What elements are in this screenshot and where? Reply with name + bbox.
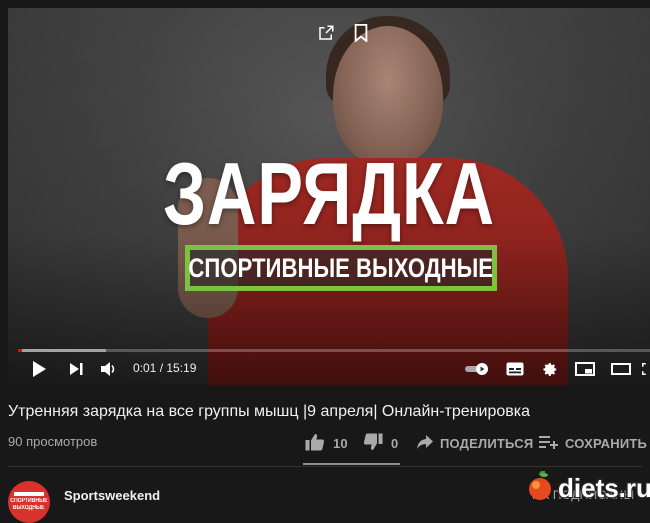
thumbs-down-icon	[363, 433, 383, 454]
overlay-subtitle-box: СПОРТИВНЫЕ ВЫХОДНЫЕ	[185, 245, 497, 291]
share-label: ПОДЕЛИТЬСЯ	[440, 435, 534, 451]
like-count: 10	[333, 435, 348, 451]
play-icon[interactable]	[28, 356, 50, 382]
share-arrow-icon	[416, 434, 434, 453]
progress-bar[interactable]	[18, 349, 650, 352]
channel-avatar[interactable]: СПОРТИВНЫЕ ВЫХОДНЫЕ	[8, 481, 50, 523]
next-icon[interactable]	[66, 356, 86, 382]
miniplayer-icon[interactable]	[573, 356, 597, 382]
share-button[interactable]: ПОДЕЛИТЬСЯ	[416, 432, 533, 454]
avatar-stripe	[14, 492, 44, 496]
save-label: СОХРАНИТЬ	[565, 435, 648, 451]
view-count: 90 просмотров	[8, 434, 98, 449]
video-player[interactable]: ЗАРЯДКА СПОРТИВНЫЕ ВЫХОДНЫЕ 0:01 / 15:19	[8, 8, 650, 385]
overlay-subtitle: СПОРТИВНЫЕ ВЫХОДНЫЕ	[188, 252, 494, 283]
playlist-add-icon	[539, 435, 559, 452]
settings-gear-icon[interactable]	[539, 356, 561, 382]
avatar-text-top: СПОРТИВНЫЕ	[10, 498, 48, 504]
channel-name[interactable]: Sportsweekend	[64, 488, 160, 503]
fullscreen-icon[interactable]	[642, 356, 650, 382]
diets-watermark: diets.ru	[526, 470, 650, 506]
player-controls: 0:01 / 15:19	[8, 354, 650, 385]
time-display: 0:01 / 15:19	[133, 361, 197, 375]
watermark-text: diets.ru	[558, 472, 650, 503]
like-ratio-bar	[303, 463, 400, 465]
progress-played	[18, 349, 22, 352]
watch-later-icon[interactable]	[346, 18, 376, 48]
divider	[8, 466, 642, 467]
volume-icon[interactable]	[98, 356, 120, 382]
share-icon[interactable]	[311, 18, 341, 48]
apple-logo-icon	[526, 470, 554, 506]
progress-loaded	[18, 349, 107, 352]
thumbs-up-icon	[305, 433, 325, 454]
subtitles-icon[interactable]	[504, 356, 526, 382]
dislike-count: 0	[391, 435, 399, 451]
video-title: Утренняя зарядка на все группы мышц |9 а…	[8, 403, 530, 420]
theater-mode-icon[interactable]	[609, 356, 633, 382]
like-button[interactable]: 10	[305, 432, 348, 454]
autoplay-toggle-icon[interactable]	[463, 356, 491, 382]
dislike-button[interactable]: 0	[363, 432, 398, 454]
avatar-text-bottom: ВЫХОДНЫЕ	[13, 505, 45, 511]
overlay-title: ЗАРЯДКА	[163, 144, 495, 243]
save-button[interactable]: СОХРАНИТЬ	[539, 432, 647, 454]
